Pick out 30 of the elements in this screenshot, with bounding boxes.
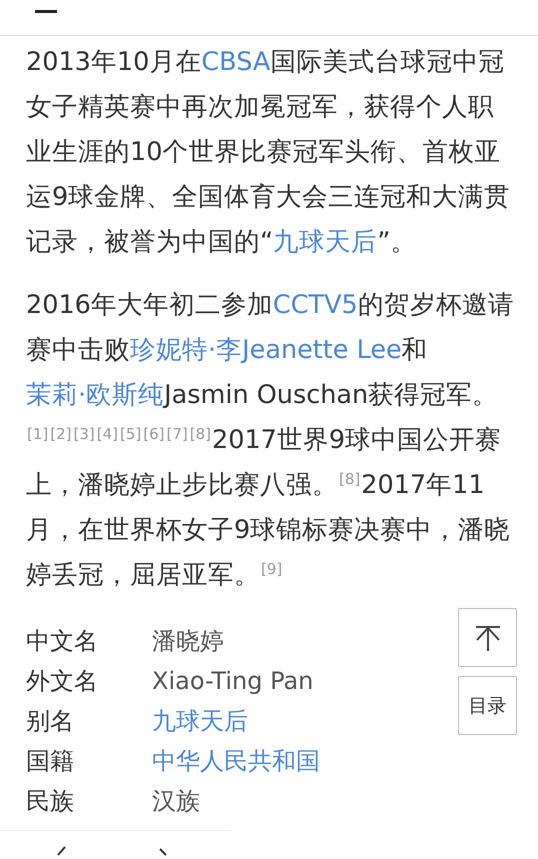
info-label: 国籍 (26, 746, 75, 777)
info-label: 中文名 (26, 626, 99, 657)
reference-link[interactable]: [7] (166, 424, 188, 442)
info-link[interactable]: 九球天后 (152, 704, 248, 738)
back-icon[interactable] (55, 846, 67, 856)
reference-link[interactable]: [9] (261, 560, 282, 578)
info-label: 别名 (26, 706, 75, 737)
reference-link[interactable]: [8] (190, 424, 211, 442)
text-link[interactable]: 九球天后 (273, 227, 378, 257)
info-label: 外文名 (26, 666, 99, 697)
info-value: 潘晓婷 (152, 626, 224, 657)
reference-link[interactable]: [4] (96, 424, 118, 442)
reference-link[interactable]: [6] (143, 424, 164, 442)
contents-button[interactable]: 目录 (458, 676, 517, 735)
reference-link[interactable]: [8] (339, 470, 360, 488)
back-to-top-button[interactable] (458, 608, 517, 667)
text-link[interactable]: CCTV5 (272, 290, 358, 320)
forward-icon[interactable] (158, 848, 168, 856)
reference-link[interactable]: [5] (120, 424, 142, 442)
reference-link[interactable]: [3] (74, 424, 95, 442)
info-value: 汉族 (152, 786, 200, 817)
paragraph: 2013年10月在CBSA国际美式台球冠中冠女子精英赛中再次加冕冠军，获得个人职业生涯的10个世界比赛冠军头衔、首枚亚运9球金牌、全国体育大会三连冠和大满贯记录，被誉为中国的“九球天后”。 (26, 46, 512, 259)
reference-link[interactable]: [2] (50, 424, 72, 442)
back-to-top-icon (474, 624, 502, 652)
reference-link[interactable]: [1] (27, 424, 48, 442)
text-link[interactable]: CBSA (201, 47, 270, 77)
info-label: 民族 (26, 786, 75, 817)
info-link[interactable]: 中华人民共和国 (152, 744, 320, 778)
info-value: Xiao-Ting Pan (152, 666, 314, 697)
text-link[interactable]: 珍妮特·李Jeanette Lee (130, 335, 402, 365)
